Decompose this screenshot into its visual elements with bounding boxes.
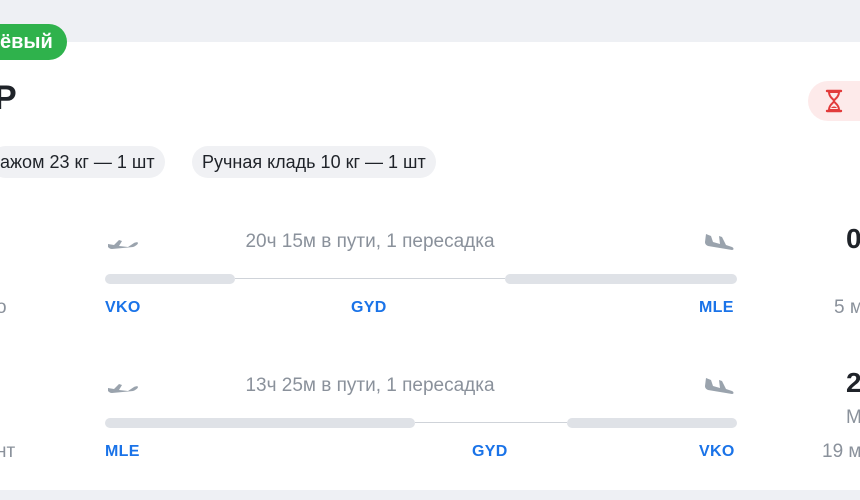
leg-bar [505,274,737,284]
arrival-time-fragment: 0 [846,223,860,254]
plane-takeoff-icon [108,384,138,393]
airport-code-via[interactable]: GYD [351,298,387,318]
hand-luggage-chip: Ручная кладь 10 кг — 1 шт [192,146,436,178]
leg-bar [105,274,235,284]
offer-badge: ёвый [0,24,67,60]
return-segment[interactable]: 13ч 25м в пути, 1 пересадка MLE GYD VKO … [0,352,860,472]
hourglass-icon [825,89,843,113]
arrival-date-fragment: 5 м [834,297,860,318]
arrival-date-fragment: 19 м [822,441,860,462]
outbound-duration: 20ч 15м в пути, 1 пересадка [245,231,495,252]
outbound-segment[interactable]: 20ч 15м в пути, 1 пересадка VKO GYD MLE … [0,208,860,328]
arrival-time-fragment: 2 [846,367,860,398]
airport-code-to[interactable]: MLE [699,298,734,318]
leg-bar [567,418,737,428]
timer-button[interactable] [808,81,860,121]
airport-code-from[interactable]: VKO [105,298,141,318]
arrival-city-fragment: М [846,407,860,428]
return-duration: 13ч 25м в пути, 1 пересадка [245,375,495,396]
plane-landing-icon [705,378,734,394]
airport-code-via[interactable]: GYD [472,442,508,462]
layover-line [235,278,505,279]
leg-bar [105,418,415,428]
layover-line [415,422,567,423]
airport-code-to[interactable]: VKO [699,442,735,462]
plane-takeoff-icon [108,240,138,249]
departure-city-fragment: нт [0,441,16,462]
price-label: Р [0,79,17,117]
airport-code-from[interactable]: MLE [105,442,140,462]
plane-landing-icon [705,234,734,250]
baggage-chip: ажом 23 кг — 1 шт [0,146,165,178]
departure-city-fragment: о [0,297,7,318]
